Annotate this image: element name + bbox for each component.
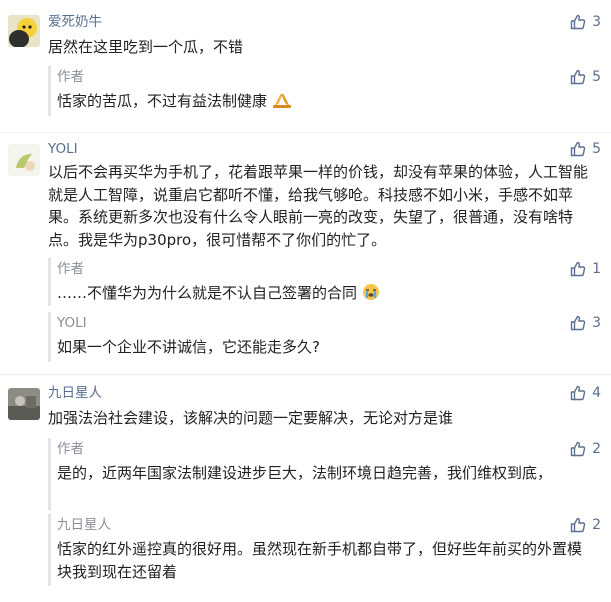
- divider: [0, 374, 611, 375]
- reply-text: ……不懂华为为什么就是不认自己签署的合同: [57, 284, 358, 302]
- like-count: 2: [592, 517, 601, 533]
- reply-text: 恬家的红外遥控真的很好用。虽然现在新手机都自带了，但好些年前买的外置模块我到现在…: [57, 540, 583, 581]
- like-count: 2: [592, 441, 601, 457]
- thumbs-up-icon: [570, 141, 586, 157]
- thumbs-up-icon: [570, 315, 586, 331]
- commenter-name[interactable]: YOLI: [48, 140, 78, 158]
- avatar[interactable]: [8, 388, 40, 420]
- like-button[interactable]: 2: [570, 440, 601, 458]
- like-count: 3: [592, 315, 601, 331]
- like-button[interactable]: 3: [570, 314, 601, 332]
- reply-author-name: 作者: [57, 261, 84, 277]
- like-count: 1: [592, 261, 601, 277]
- commenter-name[interactable]: 爱死奶牛: [48, 13, 102, 31]
- reply-author-name: 作者: [57, 69, 84, 85]
- user-reply: YOLI 3 如果一个企业不讲诚信，它还能走多久?: [48, 312, 603, 362]
- commenter-name[interactable]: 九日星人: [48, 384, 102, 402]
- comment-text: 以后不会再买华为手机了，花着跟苹果一样的价钱，却没有苹果的体验，人工智能就是人工…: [48, 163, 589, 249]
- reply-text: 恬家的苦瓜，不过有益法制健康: [57, 92, 268, 110]
- author-reply: 作者 5 恬家的苦瓜，不过有益法制健康: [48, 66, 603, 116]
- reply-text-row: ……不懂华为为什么就是不认自己签署的合同: [57, 282, 587, 305]
- thumbs-up-icon: [570, 14, 586, 30]
- thumbs-up-icon: [570, 441, 586, 457]
- comment-text: 居然在这里吃到一个瓜，不错: [48, 38, 244, 56]
- comment-1: 爱死奶牛 3 居然在这里吃到一个瓜，不错 作者 5 恬家的苦瓜，不过有益法制健康: [0, 0, 611, 130]
- like-count: 5: [592, 69, 601, 85]
- like-button[interactable]: 1: [570, 260, 601, 278]
- like-count: 5: [592, 141, 601, 157]
- like-button[interactable]: 2: [570, 516, 601, 534]
- reply-author-name[interactable]: YOLI: [57, 314, 87, 332]
- like-button[interactable]: 5: [570, 68, 601, 86]
- thumbs-up-icon: [570, 385, 586, 401]
- avatar[interactable]: [8, 15, 40, 47]
- avatar[interactable]: [8, 144, 40, 176]
- reply-text: 如果一个企业不讲诚信，它还能走多久?: [57, 338, 320, 356]
- thumbs-up-icon: [570, 69, 586, 85]
- reply-text-row: 恬家的苦瓜，不过有益法制健康: [57, 90, 587, 113]
- reply-author-name: 作者: [57, 441, 84, 457]
- reply-author-name[interactable]: 九日星人: [57, 516, 111, 534]
- author-reply: 作者 1 ……不懂华为为什么就是不认自己签署的合同: [48, 258, 603, 306]
- like-button[interactable]: 5: [570, 140, 601, 158]
- comment-2: YOLI 5 以后不会再买华为手机了，花着跟苹果一样的价钱，却没有苹果的体验，人…: [0, 134, 611, 374]
- reply-text: 是的，近两年国家法制建设进步巨大，法制环境日趋完善，我们维权到底，: [57, 464, 553, 482]
- divider: [0, 132, 611, 133]
- crying-face-emoji: [362, 284, 379, 300]
- thumbs-up-icon: [570, 517, 586, 533]
- like-button[interactable]: 3: [570, 13, 601, 31]
- author-reply: 作者 2 是的，近两年国家法制建设进步巨大，法制环境日趋完善，我们维权到底，: [48, 438, 603, 510]
- comment-text: 加强法治社会建设，该解决的问题一定要解决，无论对方是谁: [48, 409, 454, 427]
- like-count: 4: [592, 385, 601, 401]
- like-button[interactable]: 4: [570, 384, 601, 402]
- comment-3: 九日星人 4 加强法治社会建设，该解决的问题一定要解决，无论对方是谁 作者 2 …: [0, 376, 611, 602]
- user-reply: 九日星人 2 恬家的红外遥控真的很好用。虽然现在新手机都自带了，但好些年前买的外…: [48, 514, 603, 586]
- like-count: 3: [592, 14, 601, 30]
- thumbs-up-icon: [570, 261, 586, 277]
- folded-hands-emoji: [272, 93, 291, 108]
